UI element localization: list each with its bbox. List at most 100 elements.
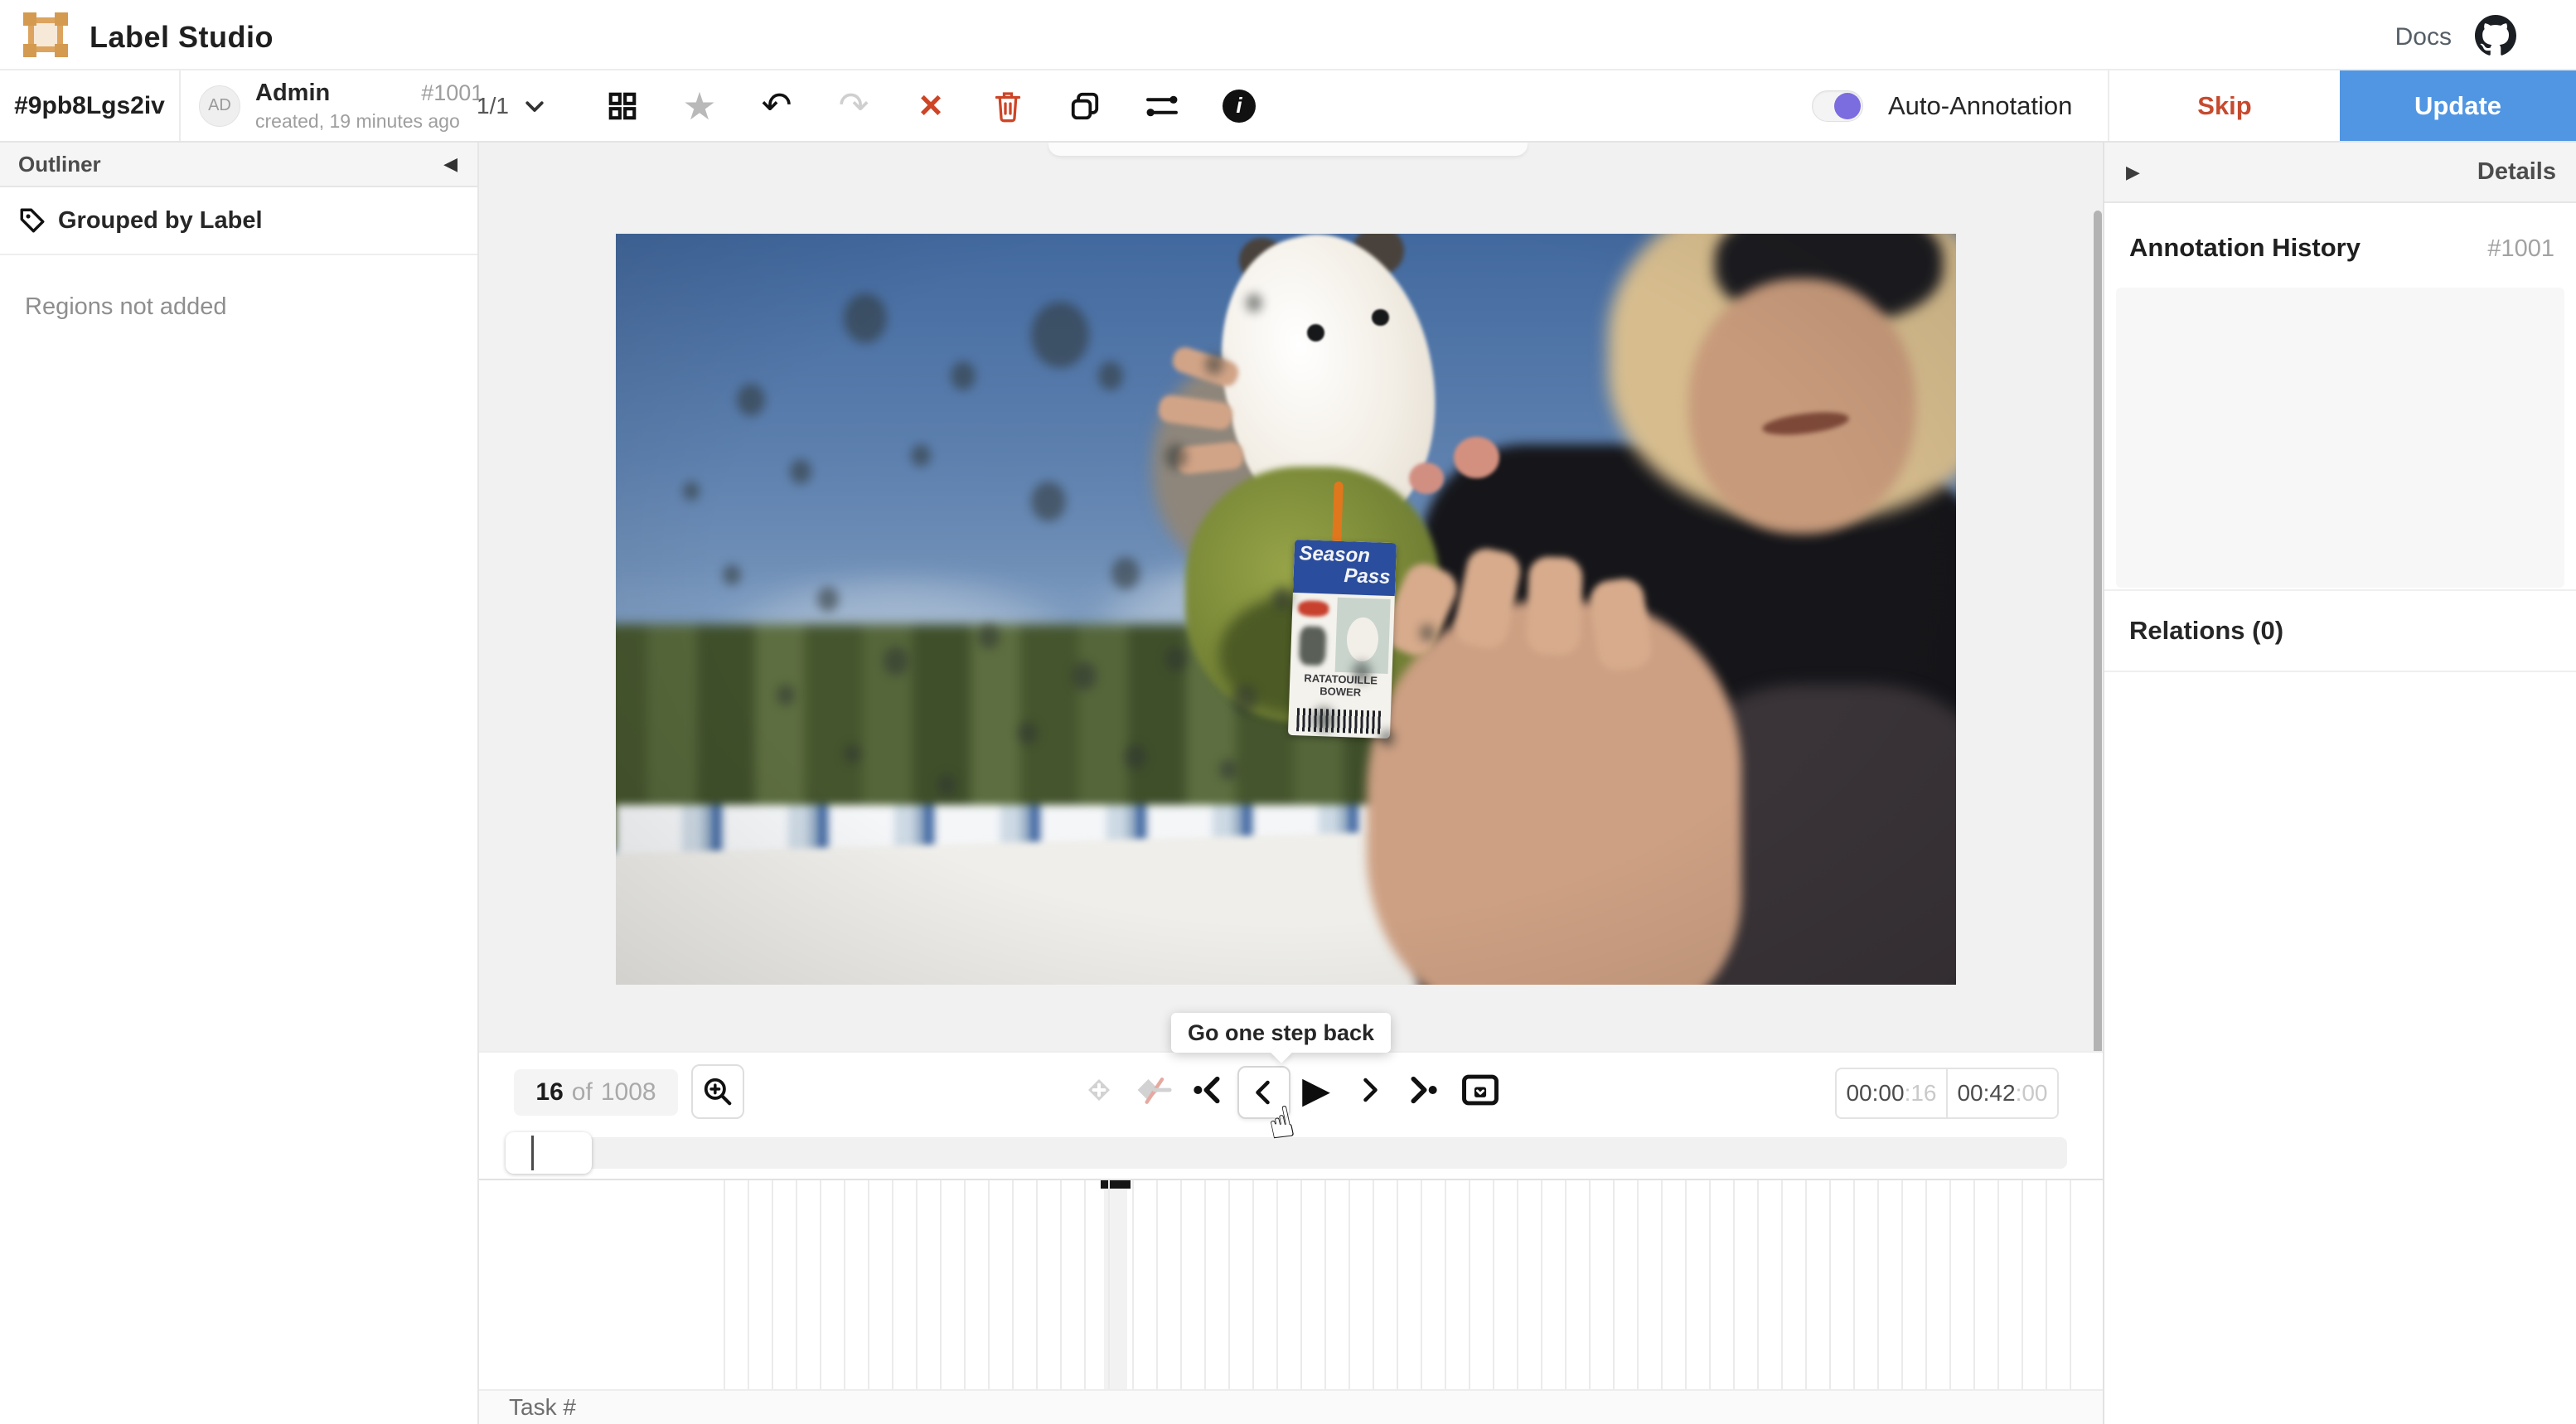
- next-keyframe-icon: [1405, 1073, 1441, 1107]
- redo-icon: ↷: [839, 85, 869, 127]
- grid-line: [1589, 1180, 1591, 1389]
- play-button[interactable]: ▶: [1290, 1053, 1343, 1127]
- grid-line: [1637, 1180, 1639, 1389]
- magnifier-plus-icon: [702, 1076, 734, 1107]
- workspace: Season Pass RATATOUILLE BOWER: [479, 143, 2103, 1051]
- total-time-frames: :00: [2016, 1080, 2048, 1107]
- grid-line: [1541, 1180, 1542, 1389]
- zoom-in-button[interactable]: [691, 1064, 744, 1119]
- task-label: Task #: [509, 1394, 576, 1421]
- grid-line: [916, 1180, 918, 1389]
- grid-line: [1997, 1180, 1999, 1389]
- undo-icon: ↶: [762, 85, 792, 127]
- grid-line: [2046, 1180, 2047, 1389]
- expand-panel-icon[interactable]: ▶: [2126, 162, 2140, 183]
- interpolation-box-icon: [1461, 1073, 1499, 1107]
- undo-button[interactable]: ↶: [749, 79, 804, 133]
- grid-line: [1276, 1180, 1278, 1389]
- logo-corner: [23, 44, 36, 57]
- auto-annotation-label: Auto-Annotation: [1888, 91, 2072, 121]
- collapse-panel-icon[interactable]: ◀: [443, 153, 458, 175]
- total-time: 00:42 :00: [1946, 1069, 2057, 1117]
- frame-of-label: of: [572, 1078, 593, 1107]
- grid-line: [940, 1180, 942, 1389]
- update-button[interactable]: Update: [2340, 70, 2576, 141]
- info-button[interactable]: i: [1212, 79, 1266, 133]
- grid-line: [2070, 1180, 2071, 1389]
- interpolation-toggle-button[interactable]: [1454, 1053, 1507, 1127]
- logo-corner: [55, 12, 68, 26]
- annotation-history-empty: [2116, 288, 2564, 588]
- grid-line: [1781, 1180, 1783, 1389]
- regions-empty-text: Regions not added: [0, 255, 477, 321]
- current-time-frames: :16: [1905, 1080, 1937, 1107]
- auto-annotation-toggle[interactable]: [1812, 90, 1863, 122]
- timeline-frames[interactable]: [479, 1179, 2103, 1389]
- toggle-knob: [1834, 93, 1861, 119]
- time-display: 00:00 :16 00:42 :00: [1835, 1068, 2059, 1119]
- github-icon[interactable]: [2475, 15, 2516, 56]
- grid-line: [1829, 1180, 1831, 1389]
- previous-keyframe-button[interactable]: [1181, 1053, 1234, 1127]
- label-studio-logo-icon[interactable]: [23, 12, 68, 57]
- video-controls-row: 16 of 1008: [479, 1051, 2103, 1127]
- grid-line: [892, 1180, 893, 1389]
- outliner-header: Outliner ◀: [0, 143, 477, 187]
- chevron-right-icon: [1354, 1075, 1384, 1105]
- current-time[interactable]: 00:00 :16: [1837, 1069, 1946, 1117]
- task-bar: #9pb8Lgs2iv AD Admin #1001 created, 19 m…: [0, 70, 2576, 143]
- seek-position-indicator: [531, 1136, 534, 1170]
- annotation-history-header: Annotation History #1001: [2104, 203, 2576, 263]
- grid-line: [1853, 1180, 1855, 1389]
- grid-icon: [607, 90, 638, 122]
- relations-section: Relations (0): [2104, 589, 2576, 672]
- grid-line: [1661, 1180, 1663, 1389]
- floating-toolbar-edge: [1048, 143, 1528, 156]
- duplicate-annotation-button[interactable]: [1058, 79, 1112, 133]
- task-id[interactable]: #9pb8Lgs2iv: [0, 70, 181, 141]
- docs-link[interactable]: Docs: [2395, 23, 2452, 51]
- tag-icon: [18, 206, 46, 235]
- grid-line: [772, 1180, 773, 1389]
- seek-range-handle[interactable]: [506, 1132, 592, 1174]
- grid-line: [1925, 1180, 1927, 1389]
- step-forward-button[interactable]: [1343, 1053, 1396, 1127]
- grid-line: [1373, 1180, 1374, 1389]
- group-by-label-text: Grouped by Label: [58, 207, 263, 235]
- annotation-toolbar: ★ ↶ ↷ ×: [595, 70, 1266, 141]
- grid-line: [1709, 1180, 1711, 1389]
- remove-keyframe-button[interactable]: [1126, 1053, 1179, 1127]
- pager-count: 1/1: [477, 93, 509, 119]
- annotation-pager-dropdown[interactable]: 1/1: [477, 70, 547, 141]
- details-title: Details: [2477, 158, 2556, 186]
- star-icon: ★: [682, 84, 716, 128]
- redo-button[interactable]: ↷: [826, 79, 881, 133]
- reset-button[interactable]: ×: [903, 79, 958, 133]
- grid-line: [1613, 1180, 1615, 1389]
- settings-sliders-button[interactable]: [1135, 79, 1189, 133]
- delete-annotation-button[interactable]: [981, 79, 1035, 133]
- add-keyframe-button[interactable]: [1073, 1053, 1126, 1127]
- grid-line: [1469, 1180, 1470, 1389]
- group-by-label-selector[interactable]: Grouped by Label: [0, 187, 477, 255]
- frame-counter-input[interactable]: 16 of 1008: [514, 1069, 678, 1116]
- grid-line: [988, 1180, 990, 1389]
- grid-line: [1733, 1180, 1735, 1389]
- frame-total: 1008: [601, 1078, 656, 1107]
- skip-button[interactable]: Skip: [2109, 70, 2340, 141]
- video-frame[interactable]: Season Pass RATATOUILLE BOWER: [616, 234, 1956, 985]
- current-time-main: 00:00: [1846, 1080, 1904, 1107]
- annotation-id: #1001: [421, 80, 483, 106]
- grid-view-button[interactable]: [595, 79, 650, 133]
- prev-keyframe-icon: [1189, 1073, 1226, 1107]
- grid-line: [1060, 1180, 1062, 1389]
- outliner-title: Outliner: [18, 152, 101, 177]
- label-studio-app: Label Studio Docs #9pb8Lgs2iv AD Admin #…: [0, 0, 2576, 1424]
- grid-line: [1012, 1180, 1014, 1389]
- grid-line: [724, 1180, 725, 1389]
- grid-line: [1565, 1180, 1566, 1389]
- grid-line: [1685, 1180, 1687, 1389]
- playhead-handle[interactable]: [1101, 1180, 1131, 1189]
- ground-truth-button[interactable]: ★: [672, 79, 727, 133]
- next-keyframe-button[interactable]: [1397, 1053, 1450, 1127]
